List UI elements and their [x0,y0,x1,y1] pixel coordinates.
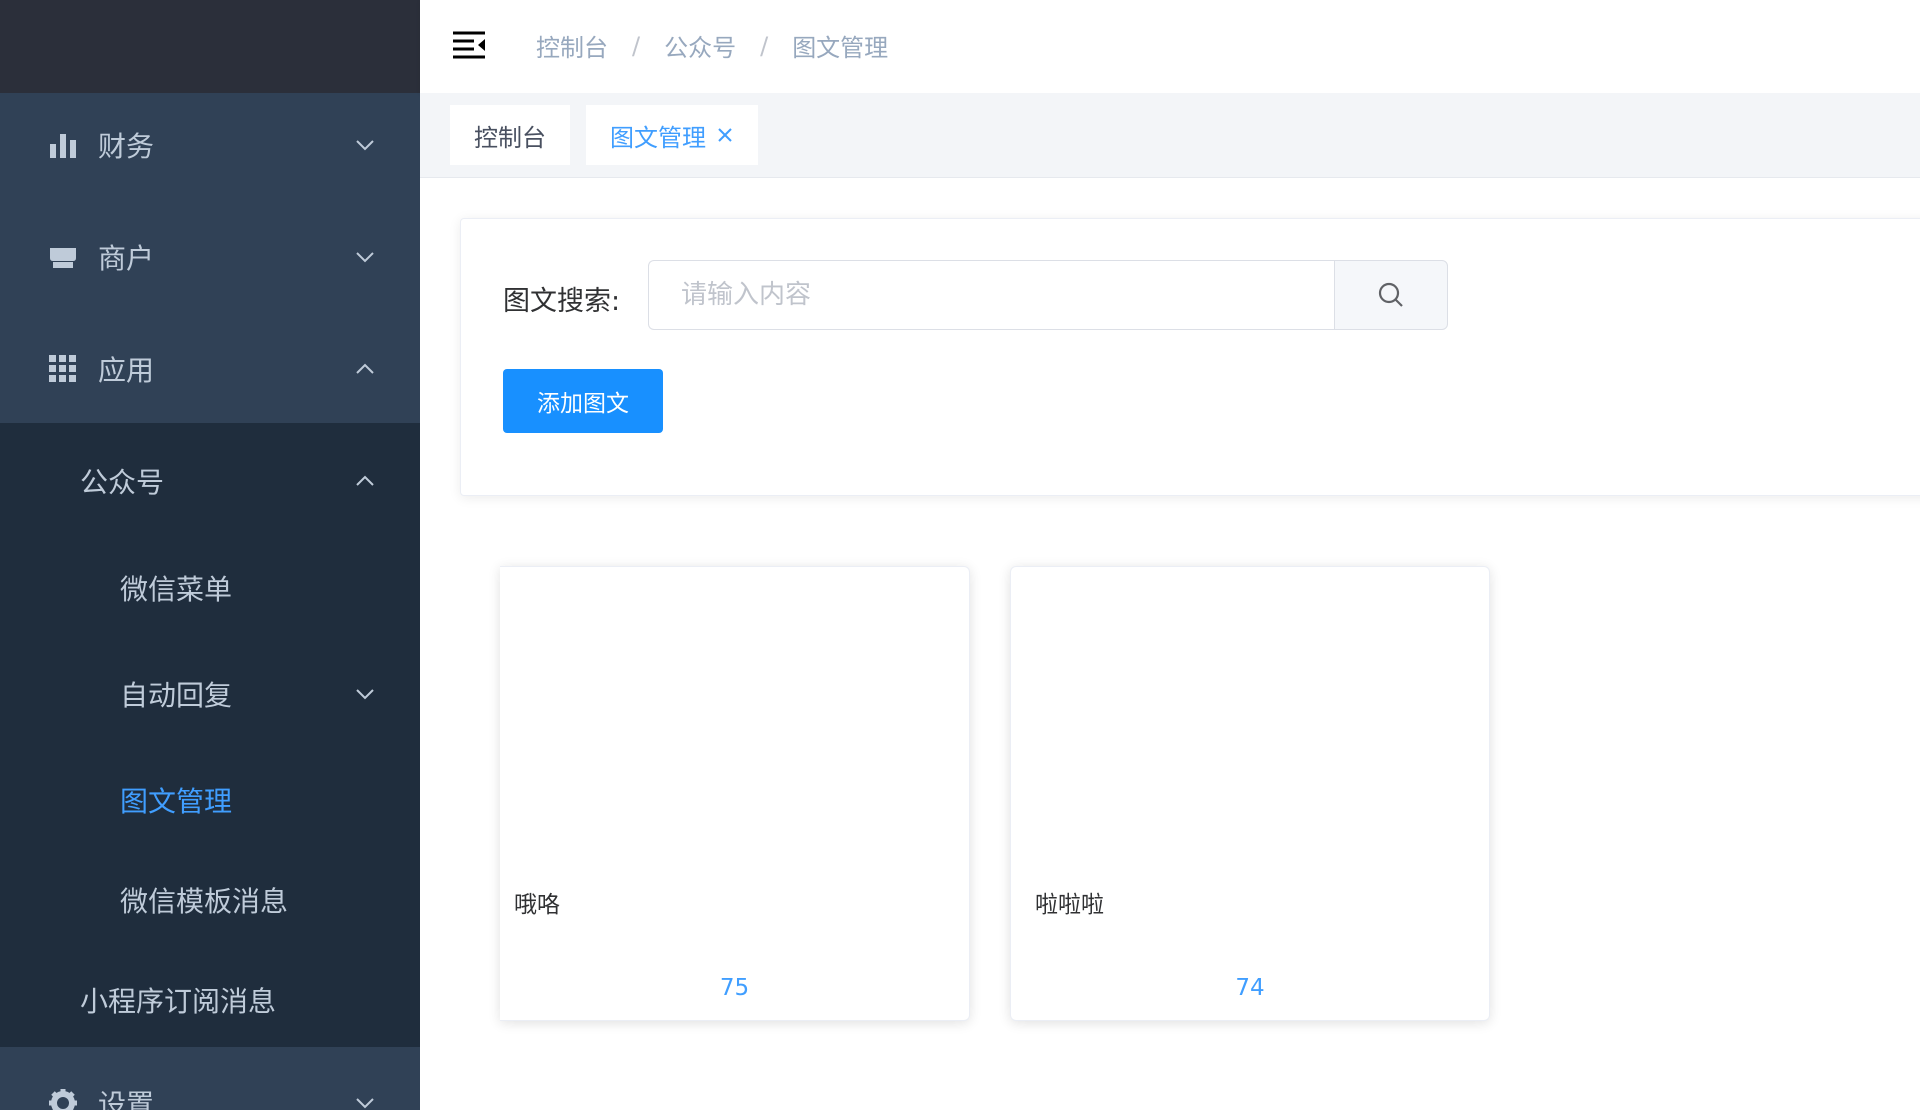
grid-icon [49,355,76,382]
article-card-title: 啦啦啦 [1035,892,1104,918]
sidebar-item-auto-reply[interactable]: 自动回复 [0,644,420,744]
sidebar-item-label: 财务 [98,130,155,163]
sidebar-item-label: 图文管理 [120,785,233,818]
breadcrumb-item: 公众号 [664,34,737,62]
article-card[interactable]: 啦啦啦 74 [1010,566,1490,1021]
article-card-title: 哦咯 [514,892,560,918]
chevron-down-icon [356,689,374,700]
sidebar-item-label: 自动回复 [120,679,233,712]
sidebar-item-template-message[interactable]: 微信模板消息 [0,850,420,950]
tag-label: 图文管理 [610,123,706,152]
sidebar: 财务 商户 应用 公众号 微信菜单 自动回复 图文管理 微信模板消息 小程序订阅… [0,0,420,1110]
add-article-button[interactable]: 添加图文 [503,369,663,433]
gear-icon [49,1089,77,1110]
article-card[interactable]: 哦咯 75 [500,566,970,1021]
sidebar-item-label: 微信菜单 [120,573,233,606]
chevron-up-icon [356,363,374,374]
sidebar-item-label: 应用 [98,354,155,387]
shop-icon [50,248,76,268]
search-icon [1378,282,1403,307]
sidebar-item-application[interactable]: 应用 [0,313,420,425]
sidebar-item-merchant[interactable]: 商户 [0,201,420,313]
main-content: 图文搜索: 添加图文 哦咯 75 啦啦啦 74 [420,178,1920,1110]
menu-fold-icon[interactable] [452,30,486,60]
sidebar-item-settings[interactable]: 设置 [0,1047,420,1110]
search-card: 图文搜索: 添加图文 [460,218,1920,496]
breadcrumb-separator: / [760,31,769,60]
chevron-down-icon [356,140,374,151]
close-icon[interactable] [716,126,734,144]
sidebar-item-article-management[interactable]: 图文管理 [0,750,420,850]
chevron-up-icon [356,475,374,486]
sidebar-item-label: 商户 [98,242,155,275]
sidebar-item-finance[interactable]: 财务 [0,89,420,201]
tag-dashboard[interactable]: 控制台 [450,105,570,165]
bar-chart-icon [50,134,76,158]
article-card-number[interactable]: 75 [500,975,969,1001]
chevron-down-icon [356,1098,374,1109]
search-input[interactable] [648,260,1334,330]
sidebar-item-mini-program-subscribe[interactable]: 小程序订阅消息 [0,950,420,1050]
breadcrumb-separator: / [632,31,641,60]
tag-article-management[interactable]: 图文管理 [586,105,758,165]
breadcrumb: 控制台 / 公众号 / 图文管理 [536,28,888,63]
sidebar-item-wechat-menu[interactable]: 微信菜单 [0,538,420,638]
article-card-number[interactable]: 74 [1011,975,1489,1001]
top-navbar: 控制台 / 公众号 / 图文管理 [420,0,1920,93]
sidebar-item-label: 微信模板消息 [120,885,289,918]
sidebar-item-label: 设置 [98,1088,155,1110]
sidebar-item-official-account[interactable]: 公众号 [0,431,420,531]
search-label: 图文搜索: [503,286,621,317]
sidebar-item-label: 小程序订阅消息 [80,985,277,1018]
breadcrumb-item: 图文管理 [792,34,889,62]
sidebar-item-label: 公众号 [80,466,165,499]
sidebar-logo-bar [0,0,420,93]
search-button[interactable] [1334,260,1448,330]
tags-view: 控制台 图文管理 [420,93,1920,178]
chevron-down-icon [356,252,374,263]
breadcrumb-item[interactable]: 控制台 [536,28,608,63]
tag-label: 控制台 [474,123,546,152]
